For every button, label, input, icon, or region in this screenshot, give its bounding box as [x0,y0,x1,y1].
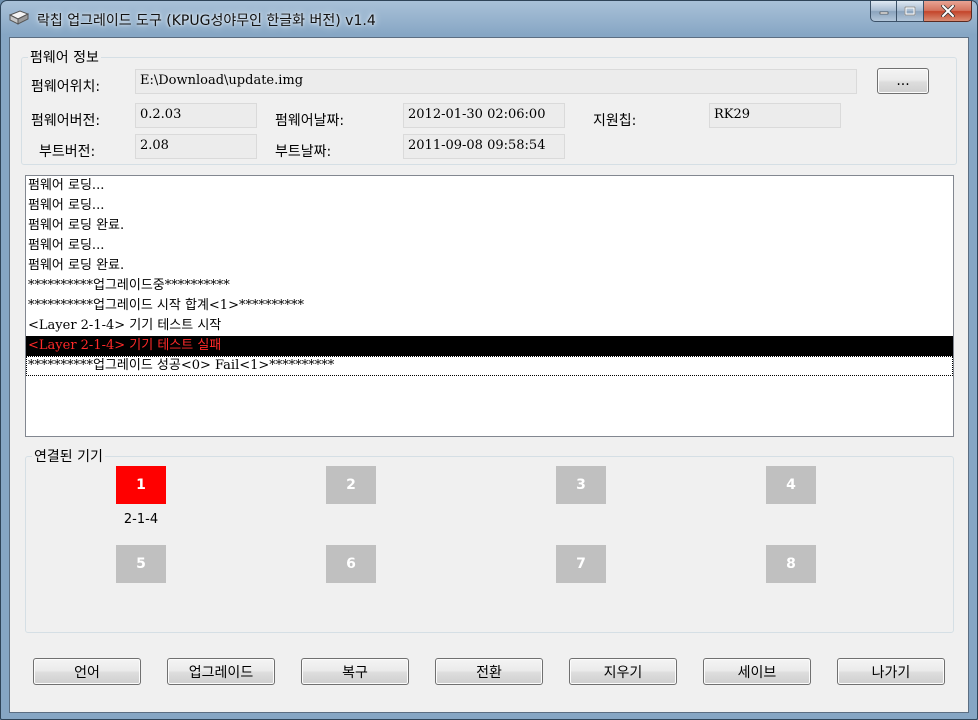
exit-button[interactable]: 나가기 [837,658,945,685]
boot-date-field: 2011-09-08 09:58:54 [403,134,565,159]
restore-button[interactable]: 복구 [301,658,409,685]
log-line[interactable]: 펌웨어 로딩... [26,196,953,216]
firmware-version-field: 0.2.03 [135,103,257,128]
log-line-error[interactable]: <Layer 2-1-4> 기기 테스트 실패 [26,336,953,356]
client-area: 펌웨어 정보 펌웨어위치: E:\Download\update.img ...… [9,37,969,713]
clear-button[interactable]: 지우기 [569,658,677,685]
log-line[interactable]: 펌웨어 로딩... [26,176,953,196]
device-slot-4[interactable]: 4 [766,466,816,504]
device-slot-8[interactable]: 8 [766,545,816,583]
chip-field: RK29 [709,103,841,128]
log-line[interactable]: **********업그레이드 시작 합계<1>********** [26,296,953,316]
app-window: 락칩 업그레이드 도구 (KPUG성야무인 한글화 버전) v1.4 펌웨어 정… [0,0,978,720]
title-bar[interactable]: 락칩 업그레이드 도구 (KPUG성야무인 한글화 버전) v1.4 [1,1,977,37]
close-icon [940,5,955,17]
switch-button[interactable]: 전환 [435,658,543,685]
log-line[interactable]: 펌웨어 로딩 완료. [26,216,953,236]
minimize-icon [879,11,888,15]
boot-version-label: 부트버전: [39,144,96,160]
device-slot-3[interactable]: 3 [556,466,606,504]
device-slot-6[interactable]: 6 [326,545,376,583]
firmware-location-field[interactable]: E:\Download\update.img [135,69,857,94]
caption-buttons [870,1,972,23]
maximize-button[interactable] [897,1,924,22]
close-button[interactable] [924,1,972,22]
device-slot-7[interactable]: 7 [556,545,606,583]
firmware-date-label: 펌웨어날짜: [275,113,345,129]
firmware-version-label: 펌웨어버전: [31,113,101,129]
firmware-date-field: 2012-01-30 02:06:00 [403,103,565,128]
upgrade-button[interactable]: 업그레이드 [167,658,275,685]
maximize-icon [904,6,916,16]
chip-label: 지원칩: [593,113,637,129]
log-line[interactable]: 펌웨어 로딩... [26,236,953,256]
boot-version-field: 2.08 [135,134,257,159]
save-button[interactable]: 세이브 [703,658,811,685]
firmware-info-legend: 펌웨어 정보 [30,50,99,66]
connected-devices-legend: 연결된 기기 [34,449,103,465]
minimize-button[interactable] [870,1,897,22]
device-slot-2[interactable]: 2 [326,466,376,504]
log-line-selected[interactable]: **********업그레이드 성공<0> Fail<1>********** [26,356,953,376]
language-button[interactable]: 언어 [33,658,141,685]
log-line[interactable]: **********업그레이드중********** [26,276,953,296]
firmware-location-label: 펌웨어위치: [31,79,101,95]
log-line[interactable]: <Layer 2-1-4> 기기 테스트 시작 [26,316,953,336]
log-output[interactable]: 펌웨어 로딩... 펌웨어 로딩... 펌웨어 로딩 완료. 펌웨어 로딩...… [25,175,954,437]
boot-date-label: 부트날짜: [275,144,332,160]
browse-button[interactable]: ... [877,68,929,94]
log-line[interactable]: 펌웨어 로딩 완료. [26,256,953,276]
device-slot-5[interactable]: 5 [116,545,166,583]
device-slot-1-layer: 2-1-4 [123,512,159,527]
device-slot-1[interactable]: 1 [116,466,166,504]
window-title: 락칩 업그레이드 도구 (KPUG성야무인 한글화 버전) v1.4 [37,13,376,29]
app-icon [9,10,29,25]
